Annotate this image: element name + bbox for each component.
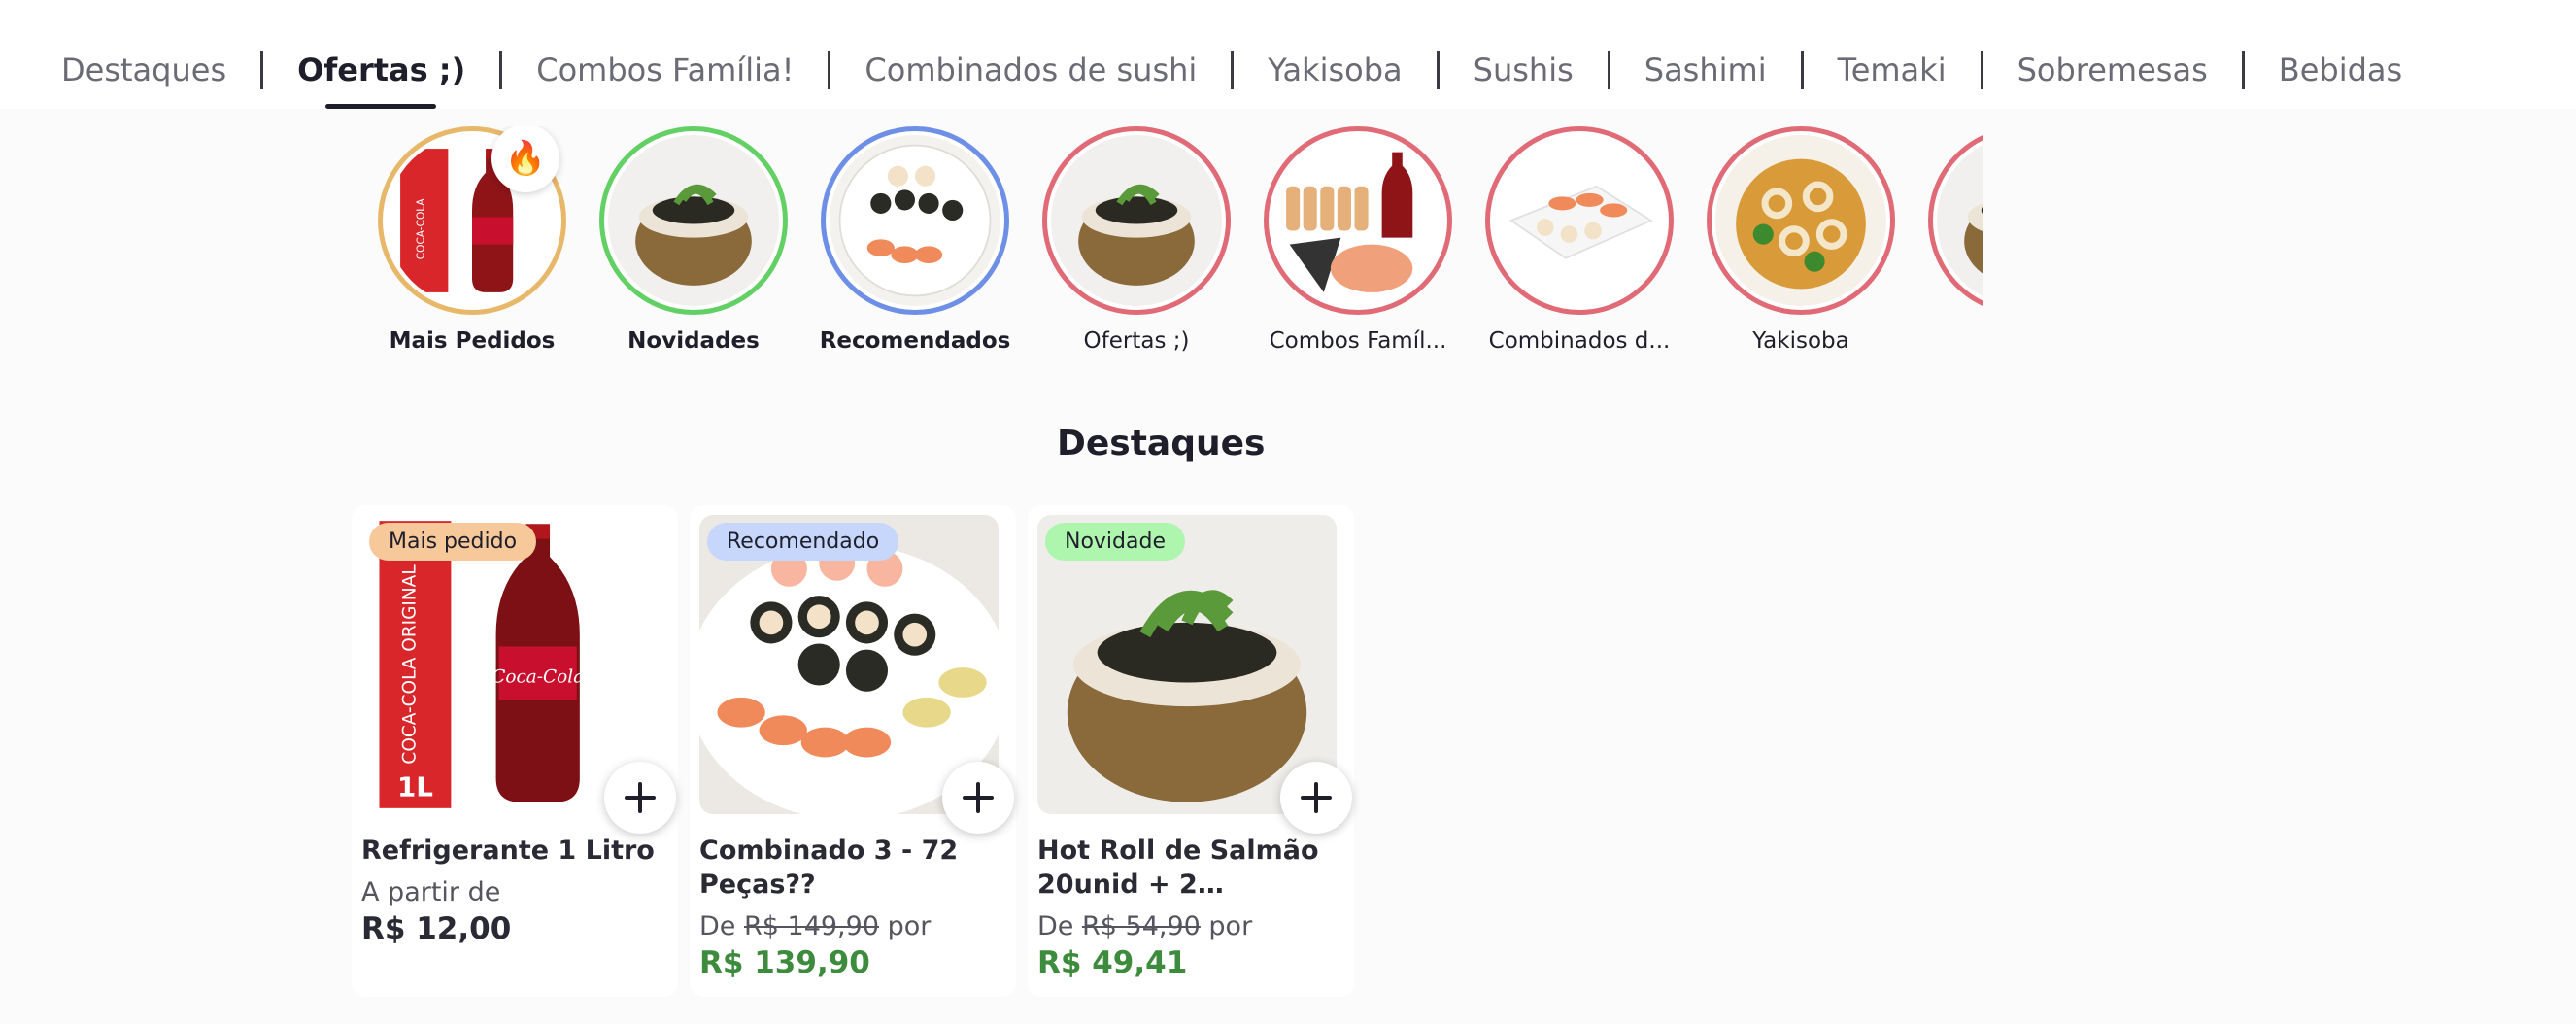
story-label: Ofertas ;) (1083, 328, 1190, 354)
story-ring (1928, 126, 1983, 315)
tab-divider (260, 51, 264, 89)
hot-roll-image (1937, 135, 1983, 306)
svg-text:COCA-COLA ORIGINAL: COCA-COLA ORIGINAL (399, 564, 420, 765)
tab-yakisoba[interactable]: Yakisoba (1268, 49, 1402, 91)
combo-image (1272, 135, 1443, 306)
hot-roll-image (608, 135, 779, 306)
add-to-cart-button[interactable] (942, 762, 1014, 834)
price-prefix: A partir de (361, 877, 501, 907)
product-image: Novidade (1037, 515, 1337, 814)
tab-divider (1800, 51, 1804, 89)
product-price: R$ 49,41 (1037, 945, 1188, 980)
story-label: Novidades (627, 328, 760, 354)
yakisoba-image (1715, 135, 1886, 306)
badge-mais-pedido: Mais pedido (369, 523, 537, 561)
badge-recomendado: Recomendado (707, 523, 899, 561)
old-price: R$ 54,90 (1082, 911, 1201, 941)
category-tabs-bar: Destaques Ofertas ;) Combos Família! Com… (0, 0, 2576, 109)
product-image: COCA-COLA ORIGINAL 1L Coca-Cola Mais ped… (361, 515, 661, 814)
tab-divider (1436, 51, 1440, 89)
add-to-cart-button[interactable] (1280, 762, 1352, 834)
svg-text:COCA-COLA: COCA-COLA (416, 198, 427, 260)
story-label: Combinados d... (1488, 328, 1671, 354)
story-mais-pedidos[interactable]: COCA-COLA 🔥 Mais Pedidos (361, 126, 583, 354)
product-list: COCA-COLA ORIGINAL 1L Coca-Cola Mais ped… (352, 505, 1354, 997)
story-ring (1485, 126, 1674, 315)
plus-icon (625, 782, 656, 813)
story-combinados[interactable]: Combinados d... (1469, 126, 1690, 354)
price-de-label: De (1037, 911, 1074, 941)
story-novidades[interactable]: Novidades (583, 126, 804, 354)
hot-roll-image (1051, 135, 1222, 306)
tab-divider (1980, 51, 1983, 89)
story-ring (821, 126, 1009, 315)
add-to-cart-button[interactable] (604, 762, 676, 834)
price-por-label: por (887, 911, 932, 941)
svg-text:Coca-Cola: Coca-Cola (491, 666, 584, 687)
story-label: Mais Pedidos (389, 328, 556, 354)
fire-icon: 🔥 (491, 126, 559, 192)
price-de-label: De (699, 911, 736, 941)
tab-destaques[interactable]: Destaques (61, 49, 226, 91)
sushi-platter-image (830, 135, 1000, 306)
badge-novidade: Novidade (1045, 523, 1185, 561)
story-combos-familia[interactable]: Combos Famíl... (1247, 126, 1469, 354)
tab-sashimi[interactable]: Sashimi (1644, 49, 1767, 91)
product-card[interactable]: Recomendado Combinado 3 - 72 Peças?? De … (690, 505, 1016, 997)
story-label: Recomendados (819, 328, 1011, 354)
story-ring (1042, 126, 1231, 315)
product-image: Recomendado (699, 515, 999, 814)
stories-carousel[interactable]: COCA-COLA 🔥 Mais Pedidos Novidades Recom… (361, 126, 1983, 369)
product-price: R$ 139,90 (699, 945, 870, 980)
product-name: Refrigerante 1 Litro (361, 836, 655, 866)
tab-divider (1607, 51, 1610, 89)
story-yakisoba[interactable]: Yakisoba (1690, 126, 1912, 354)
tab-ofertas[interactable]: Ofertas ;) (297, 49, 465, 109)
story-ofertas[interactable]: Ofertas ;) (1026, 126, 1247, 354)
product-card[interactable]: COCA-COLA ORIGINAL 1L Coca-Cola Mais ped… (352, 505, 678, 997)
svg-text:1L: 1L (397, 771, 433, 803)
price-por-label: por (1208, 911, 1253, 941)
tab-sushis[interactable]: Sushis (1474, 49, 1574, 91)
tab-temaki[interactable]: Temaki (1838, 49, 1947, 91)
tab-divider (1231, 51, 1235, 89)
section-title: Destaques (1057, 424, 1266, 463)
product-card[interactable]: Novidade Hot Roll de Salmão 20unid + 2 R… (1028, 505, 1354, 997)
tab-combos-familia[interactable]: Combos Família! (536, 49, 794, 91)
plus-icon (963, 782, 994, 813)
story-recomendados[interactable]: Recomendados (804, 126, 1026, 354)
old-price: R$ 149,90 (744, 911, 879, 941)
product-name: Combinado 3 - 72 Peças?? (699, 836, 959, 900)
story-ring (1264, 126, 1452, 315)
combinado-image (1494, 135, 1665, 306)
story-label: Combos Famíl... (1269, 328, 1447, 354)
product-name: Hot Roll de Salmão 20unid + 2 Rolinhos..… (1037, 836, 1319, 900)
story-sushis[interactable]: S (1912, 126, 1983, 354)
plus-icon (1301, 782, 1332, 813)
tab-divider (828, 51, 831, 89)
tab-divider (2241, 51, 2245, 89)
category-tabs: Destaques Ofertas ;) Combos Família! Com… (61, 49, 2402, 109)
price-line: De R$ 54,90 por (1037, 911, 1344, 941)
tab-combinados-de-sushi[interactable]: Combinados de sushi (864, 49, 1197, 91)
story-ring (599, 126, 788, 315)
tab-sobremesas[interactable]: Sobremesas (2017, 49, 2208, 91)
product-price: R$ 12,00 (361, 911, 512, 946)
story-label: Yakisoba (1752, 328, 1849, 354)
price-line: De R$ 149,90 por (699, 911, 1006, 941)
story-ring (1707, 126, 1895, 315)
tab-divider (499, 51, 503, 89)
tab-bebidas[interactable]: Bebidas (2279, 49, 2402, 91)
